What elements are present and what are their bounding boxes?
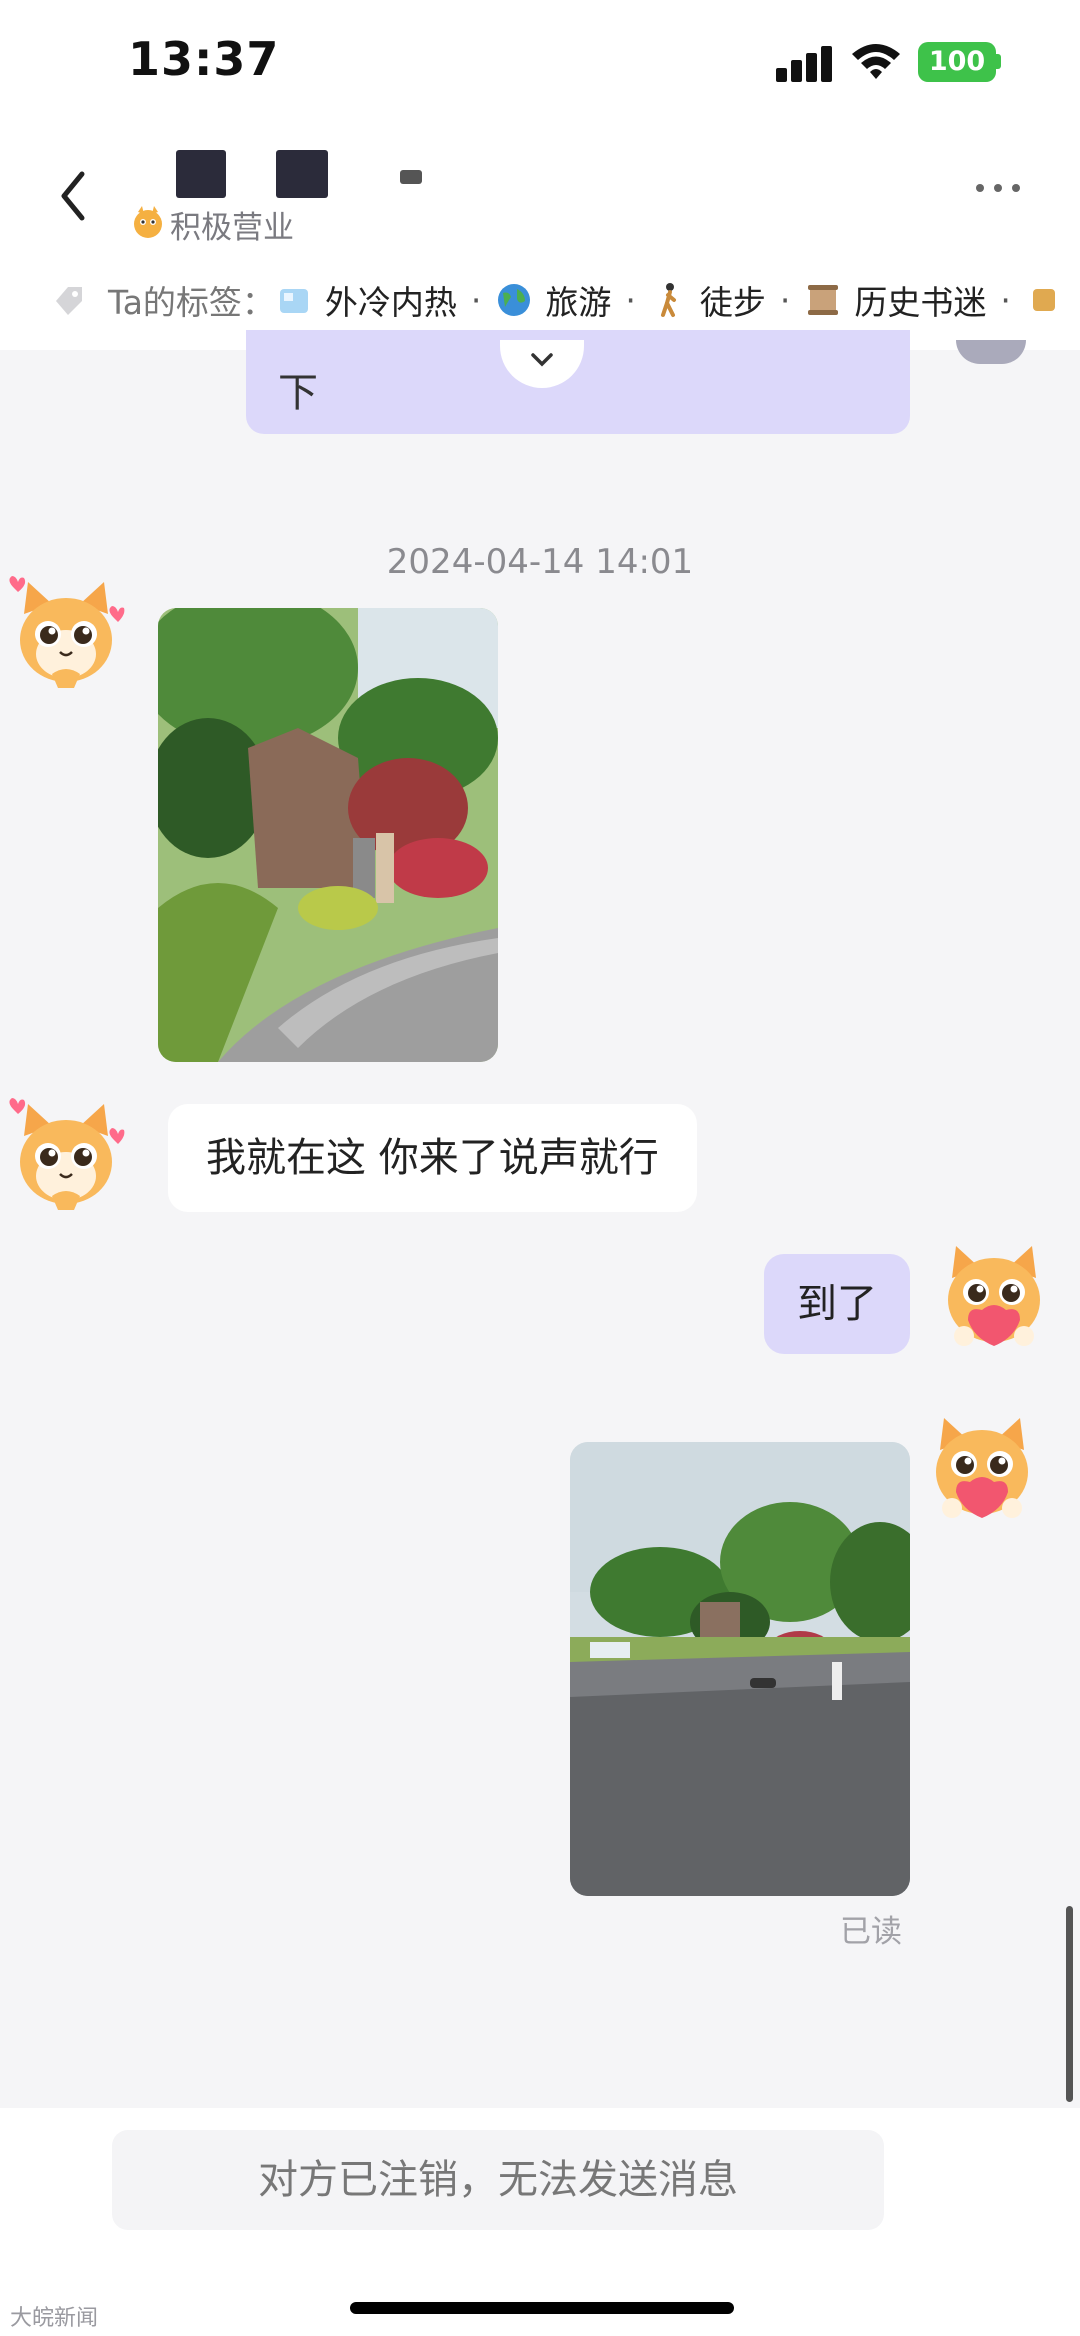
tag-icon xyxy=(56,287,82,315)
ice-cube-icon xyxy=(279,289,308,313)
avatar-other[interactable] xyxy=(6,1096,126,1216)
message-text: 下 xyxy=(278,370,318,416)
scroll-icon xyxy=(808,285,839,315)
avatar-self[interactable] xyxy=(934,1238,1054,1358)
read-receipt: 已读 xyxy=(840,1914,902,1950)
back-icon[interactable] xyxy=(52,166,96,226)
tag-separator: · xyxy=(625,280,636,320)
contact-name-redacted xyxy=(400,170,422,184)
avatar-other[interactable] xyxy=(6,574,126,694)
chevron-down-icon xyxy=(531,353,553,367)
message-timestamp: 2024-04-14 14:01 xyxy=(386,542,694,582)
message-bubble-other[interactable]: 我就在这 你来了说声就行 xyxy=(168,1104,697,1212)
walking-person-icon xyxy=(660,283,676,317)
home-indicator[interactable] xyxy=(350,2302,734,2314)
image-message[interactable] xyxy=(158,608,498,1062)
contact-name-redacted xyxy=(276,150,328,198)
status-emoji-icon xyxy=(134,206,162,238)
tags-prefix: Ta的标签： xyxy=(108,283,275,322)
status-time: 13:37 xyxy=(128,32,280,86)
avatar-self-partial xyxy=(956,340,1026,364)
scrollbar[interactable] xyxy=(1066,1906,1073,2102)
avatar-self[interactable] xyxy=(922,1410,1042,1530)
tag-separator: · xyxy=(1000,280,1011,320)
tag-icon xyxy=(1032,289,1055,311)
battery-tip xyxy=(996,54,1001,69)
signal-icon xyxy=(776,46,832,82)
message-bubble-self[interactable]: 到了 xyxy=(764,1254,910,1354)
image-message[interactable] xyxy=(570,1442,910,1896)
tag-item: 徒步 xyxy=(699,283,766,322)
globe-icon xyxy=(498,284,531,316)
wifi-icon xyxy=(852,44,900,79)
tag-separator: · xyxy=(470,280,482,320)
watermark-logo: 大皖新闻 xyxy=(10,2306,99,2331)
tag-item: 旅游 xyxy=(545,283,612,322)
tag-separator: · xyxy=(779,280,791,320)
expand-button[interactable] xyxy=(500,340,584,388)
message-input-disabled: 对方已注销，无法发送消息 xyxy=(112,2130,884,2230)
contact-name-redacted xyxy=(176,150,226,198)
battery-icon: 100 xyxy=(918,42,996,82)
tag-item: 历史书迷 xyxy=(854,283,987,322)
more-icon[interactable] xyxy=(972,180,1024,196)
tag-item: 外冷内热 xyxy=(324,283,457,322)
contact-status-label: 积极营业 xyxy=(170,210,294,246)
